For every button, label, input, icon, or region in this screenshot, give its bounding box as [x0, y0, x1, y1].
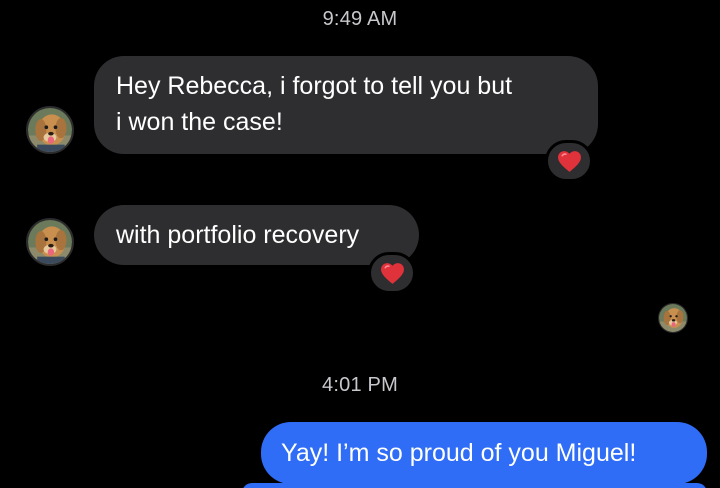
message-text: Yay! I’m so proud of you Miguel!: [281, 439, 637, 467]
timestamp: 4:01 PM: [322, 374, 398, 396]
incoming-message-bubble[interactable]: Hey Rebecca, i forgot to tell you but i …: [94, 56, 598, 154]
incoming-message-bubble[interactable]: with portfolio recovery: [94, 205, 419, 265]
reaction-badge[interactable]: [368, 252, 416, 294]
message-line: i won the case!: [116, 108, 283, 136]
outgoing-message-bubble[interactable]: Yay! I’m so proud of you Miguel!: [261, 422, 707, 484]
message-line: with portfolio recovery: [116, 221, 360, 249]
contact-avatar[interactable]: [26, 106, 74, 154]
read-receipt-avatar: [658, 303, 688, 333]
heart-icon: [557, 150, 581, 172]
message-line: Hey Rebecca, i forgot to tell you but: [116, 72, 513, 100]
heart-icon: [380, 262, 404, 284]
chat-screen: 9:49 AM Hey Rebecca, i forgot to tell yo…: [0, 0, 720, 488]
timestamp: 9:49 AM: [322, 8, 398, 30]
reaction-badge[interactable]: [545, 140, 593, 182]
outgoing-message-bubble-partial[interactable]: [242, 483, 707, 488]
read-receipt-avatar-icon: [659, 304, 687, 332]
dog-avatar-icon: [28, 220, 72, 264]
dog-avatar-icon: [28, 108, 72, 152]
contact-avatar[interactable]: [26, 218, 74, 266]
